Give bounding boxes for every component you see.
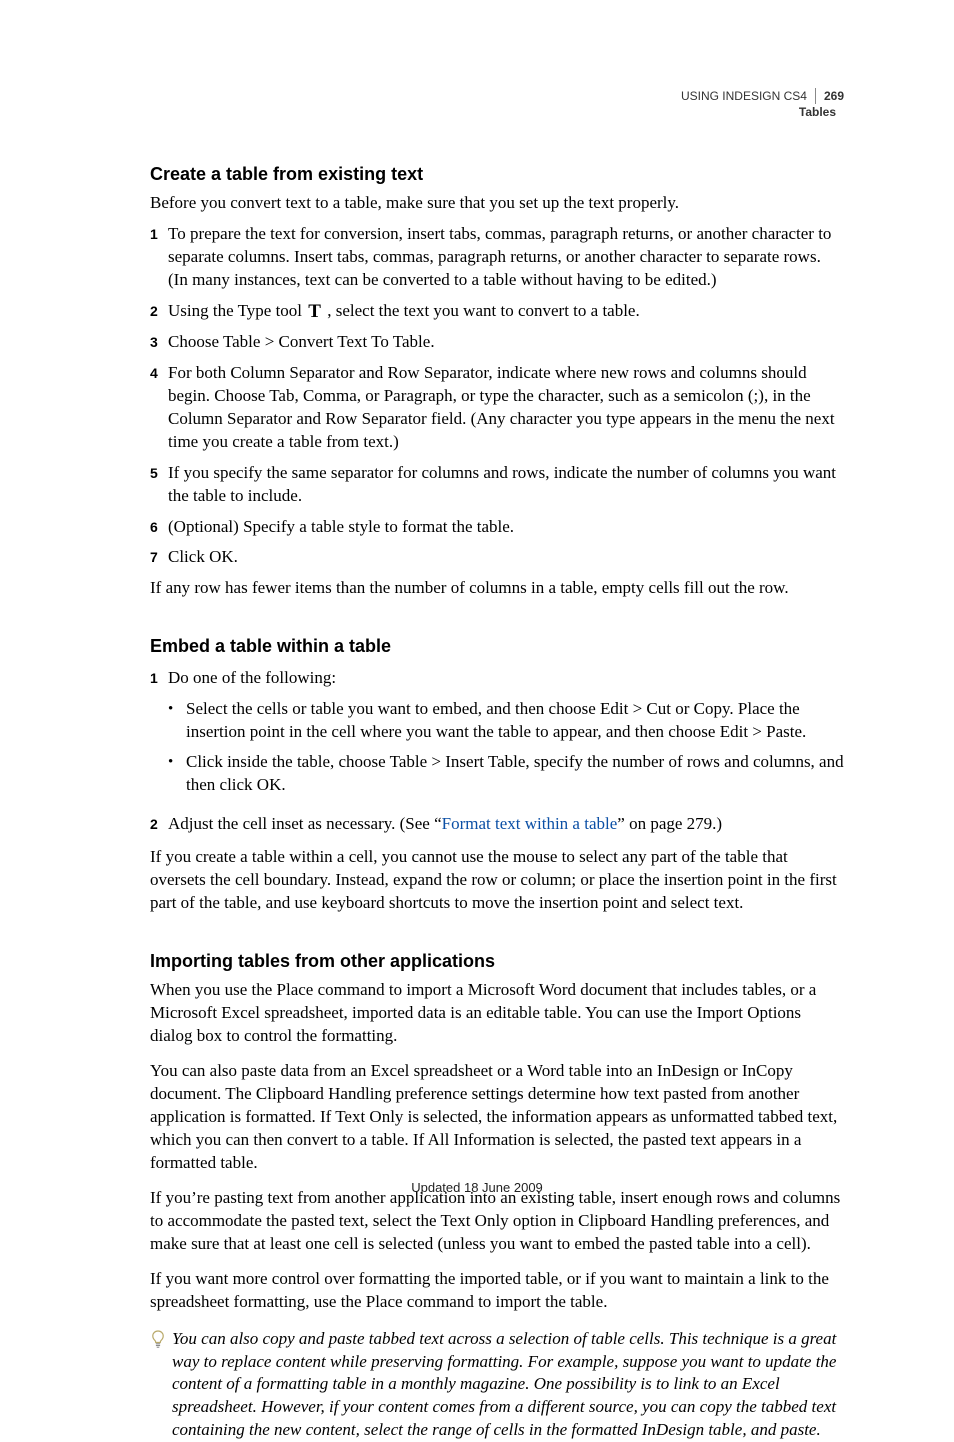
step-item: 3Choose Table > Convert Text To Table. bbox=[150, 331, 844, 354]
section-create-table-from-text: Create a table from existing text Before… bbox=[150, 162, 844, 600]
tip-text: You can also copy and paste tabbed text … bbox=[172, 1328, 844, 1442]
step-item: 7Click OK. bbox=[150, 546, 844, 569]
step-item: 1To prepare the text for conversion, ins… bbox=[150, 223, 844, 292]
step-item: 4For both Column Separator and Row Separ… bbox=[150, 362, 844, 454]
heading: Embed a table within a table bbox=[150, 634, 844, 658]
step-text: Choose Table > Convert Text To Table. bbox=[168, 331, 844, 354]
step-text: If you specify the same separator for co… bbox=[168, 462, 844, 508]
cross-reference-link[interactable]: Format text within a table bbox=[442, 814, 618, 833]
step-text: To prepare the text for conversion, inse… bbox=[168, 223, 844, 292]
tip-block: You can also copy and paste tabbed text … bbox=[150, 1328, 844, 1442]
step-text: Using the Type tool T , select the text … bbox=[168, 300, 844, 323]
page-number: 269 bbox=[816, 89, 844, 103]
step-text: Click OK. bbox=[168, 546, 844, 569]
paragraph: When you use the Place command to import… bbox=[150, 979, 844, 1048]
step-text: Adjust the cell inset as necessary. (See… bbox=[168, 813, 844, 836]
steps-list: 1To prepare the text for conversion, ins… bbox=[150, 223, 844, 569]
step-item: 6(Optional) Specify a table style to for… bbox=[150, 516, 844, 539]
paragraph: If you’re pasting text from another appl… bbox=[150, 1187, 844, 1256]
bullet-item: Select the cells or table you want to em… bbox=[168, 698, 844, 744]
paragraph: You can also paste data from an Excel sp… bbox=[150, 1060, 844, 1175]
lightbulb-icon bbox=[150, 1328, 172, 1442]
steps-list: 1 Do one of the following: Select the ce… bbox=[150, 667, 844, 837]
page-footer: Updated 18 June 2009 bbox=[0, 1179, 954, 1197]
step-text: (Optional) Specify a table style to form… bbox=[168, 516, 844, 539]
bullet-item: Click inside the table, choose Table > I… bbox=[168, 751, 844, 797]
step-item: 2Adjust the cell inset as necessary. (Se… bbox=[150, 813, 844, 836]
step-item: 2Using the Type tool T , select the text… bbox=[150, 300, 844, 323]
step-item: 1 Do one of the following: Select the ce… bbox=[150, 667, 844, 806]
intro-paragraph: Before you convert text to a table, make… bbox=[150, 192, 844, 215]
heading: Create a table from existing text bbox=[150, 162, 844, 186]
step-item: 5If you specify the same separator for c… bbox=[150, 462, 844, 508]
paragraph: If any row has fewer items than the numb… bbox=[150, 577, 844, 600]
step-text: Do one of the following: Select the cell… bbox=[168, 667, 844, 806]
paragraph: If you want more control over formatting… bbox=[150, 1268, 844, 1314]
type-tool-icon: T bbox=[306, 302, 323, 321]
heading: Importing tables from other applications bbox=[150, 949, 844, 973]
paragraph: If you create a table within a cell, you… bbox=[150, 846, 844, 915]
sub-bullets: Select the cells or table you want to em… bbox=[168, 698, 844, 798]
section-embed-table: Embed a table within a table 1 Do one of… bbox=[150, 634, 844, 915]
step-text: For both Column Separator and Row Separa… bbox=[168, 362, 844, 454]
running-header: USING INDESIGN CS4269 Tables bbox=[681, 88, 844, 120]
running-header-title: USING INDESIGN CS4 bbox=[681, 88, 816, 104]
running-header-section: Tables bbox=[681, 104, 844, 120]
